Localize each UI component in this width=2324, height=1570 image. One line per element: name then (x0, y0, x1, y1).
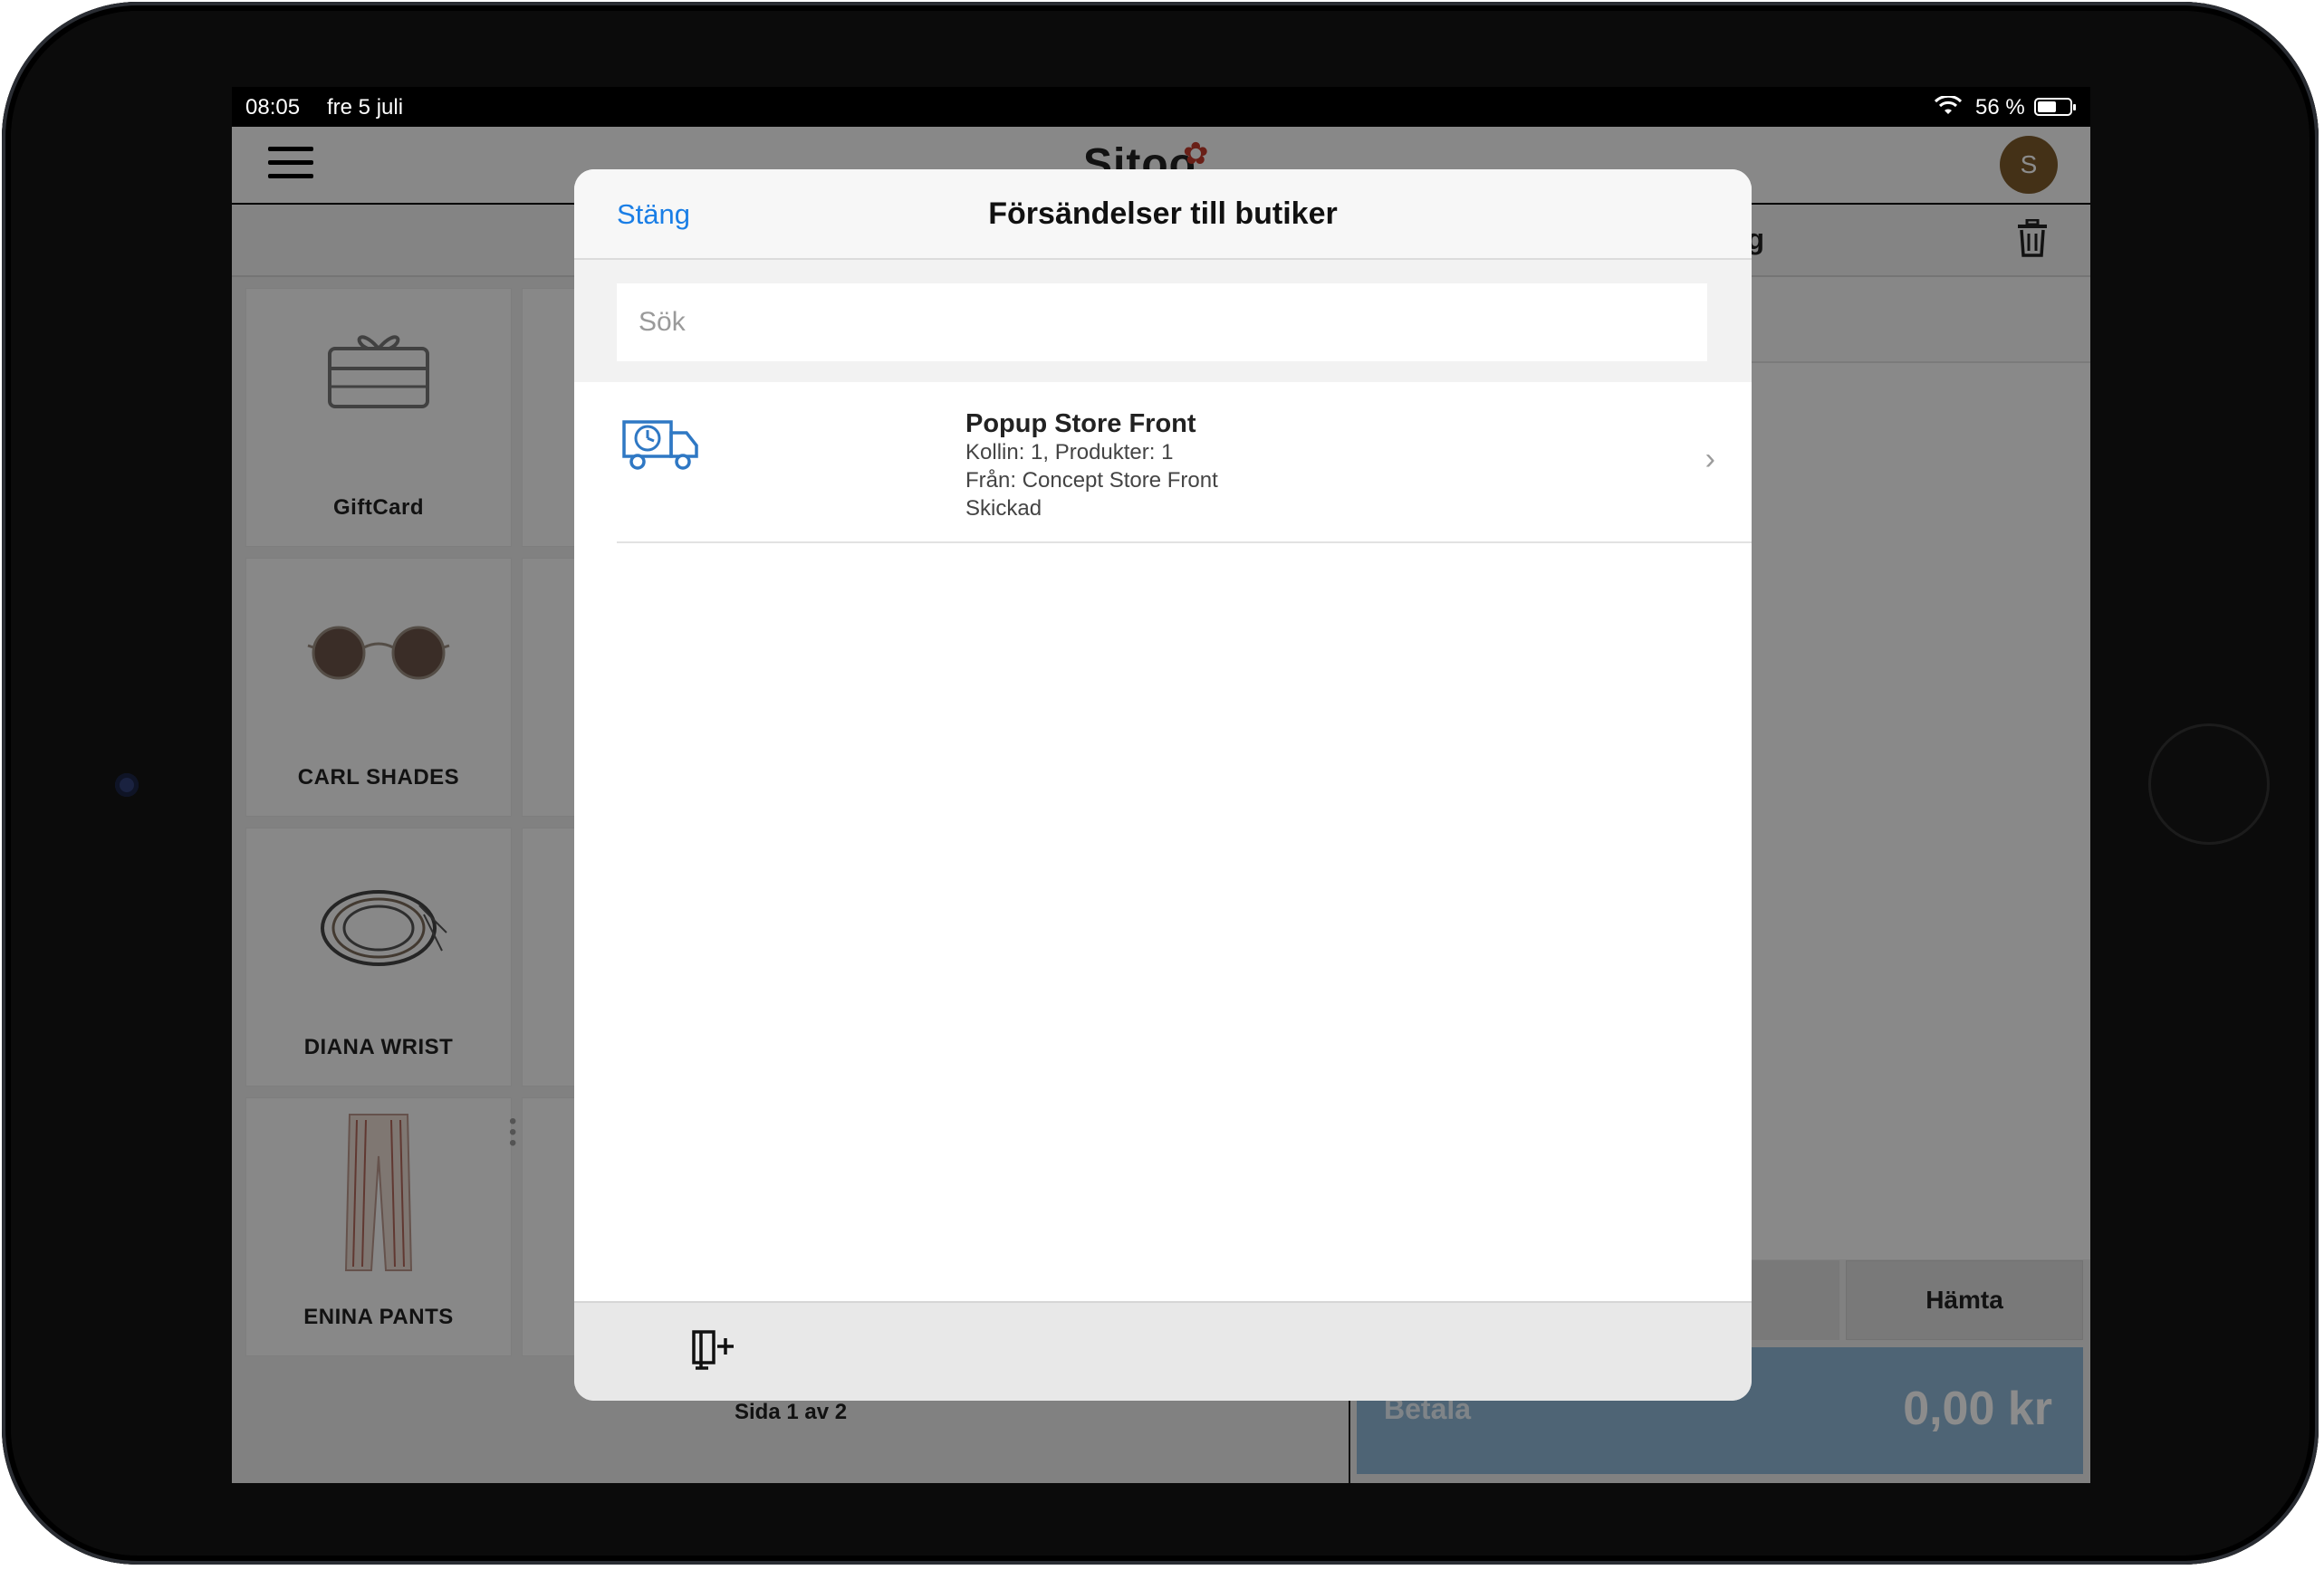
list-item[interactable]: Popup Store Front Kollin: 1, Produkter: … (574, 382, 1752, 543)
search-bar (574, 260, 1752, 382)
modal-title: Försändelser till butiker (988, 196, 1338, 231)
shipment-name: Popup Store Front (965, 409, 1196, 438)
row-separator (617, 541, 1752, 543)
wifi-icon (1935, 96, 1962, 114)
modal-header: Stäng Försändelser till butiker (574, 169, 1752, 260)
shipments-modal: Stäng Försändelser till butiker Popup St… (574, 169, 1752, 1401)
modal-footer (574, 1301, 1752, 1401)
screen: 08:05 fre 5 juli 56 % Sitoo ✿ S rg (232, 87, 2090, 1483)
status-bar: 08:05 fre 5 juli 56 % (232, 87, 2090, 127)
front-camera (115, 773, 139, 797)
status-date: fre 5 juli (327, 95, 404, 120)
ipad-device: 08:05 fre 5 juli 56 % Sitoo ✿ S rg (0, 0, 2324, 1570)
home-button[interactable] (2151, 726, 2267, 842)
chevron-right-icon: › (1705, 442, 1715, 476)
status-time: 08:05 (245, 95, 301, 120)
shipment-from: Från: Concept Store Front (965, 468, 1218, 493)
battery-percent: 56 % (1975, 95, 2025, 120)
battery-icon (2034, 98, 2076, 116)
shipment-status: Skickad (965, 496, 1042, 521)
add-shipment-icon[interactable] (690, 1328, 737, 1372)
search-input[interactable] (617, 283, 1707, 361)
shipment-detail: Kollin: 1, Produkter: 1 (965, 440, 1174, 464)
delivery-truck-icon (622, 420, 698, 470)
